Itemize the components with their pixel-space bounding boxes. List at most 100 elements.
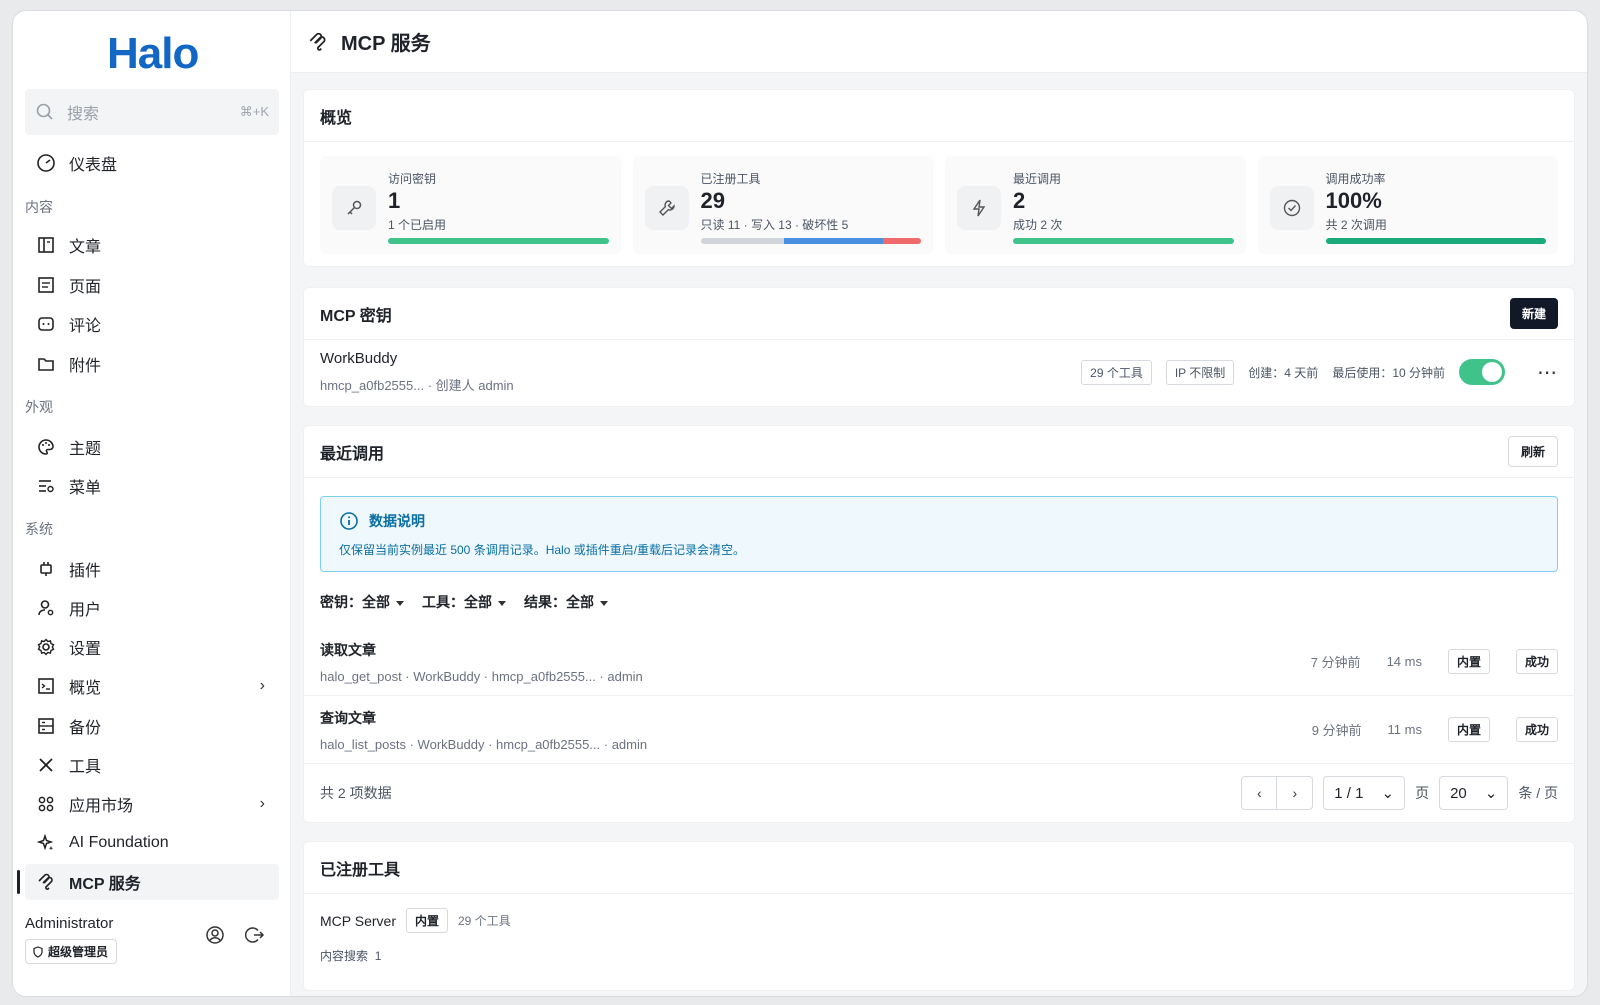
caret-down-icon: [498, 600, 506, 606]
sidebar-item-attachments[interactable]: 附件: [25, 346, 279, 382]
calls-header: 最近调用 刷新: [304, 426, 1574, 478]
sidebar: Halo 搜索 ⌘+K 仪表盘 内容 文章 页面 评论 附件 外观 主题 菜单 …: [13, 11, 291, 996]
total-count: 共 2 项数据: [320, 785, 392, 801]
table-row[interactable]: 读取文章 halo_get_post · WorkBuddy · hmcp_a0…: [304, 628, 1574, 696]
sidebar-item-label: 工具: [69, 759, 102, 776]
key-enabled-toggle[interactable]: [1459, 359, 1505, 385]
sidebar-item-label: 附件: [69, 358, 102, 375]
more-options-icon[interactable]: ⋯: [1537, 360, 1558, 385]
key-details: 29 个工具 IP 不限制 创建：4 天前 最后使用：10 分钟前 ⋯: [1081, 359, 1558, 385]
caret-down-icon: [600, 600, 608, 606]
call-title: 读取文章: [320, 641, 376, 658]
call-meta: halo_get_post · WorkBuddy · hmcp_a0fb255…: [320, 668, 643, 684]
sidebar-item-market[interactable]: 应用市场 ›: [25, 786, 279, 822]
bar-segment-readonly: [700, 238, 785, 244]
page-size-value: 20: [1450, 784, 1467, 802]
sidebar-item-label: 插件: [69, 563, 102, 580]
sidebar-item-themes[interactable]: 主题: [25, 429, 279, 465]
stats-row: 访问密钥 1 1 个已启用 已注册工具 29 只读 11 · 写入 13 · 破…: [304, 142, 1574, 266]
lightning-icon: [957, 186, 1001, 230]
sidebar-item-label: MCP 服务: [69, 876, 141, 893]
page-nav: ‹ ›: [1241, 776, 1314, 810]
filter-result-dropdown[interactable]: 结果：全部: [524, 592, 608, 612]
page-select-value: 1 / 1: [1334, 784, 1364, 802]
search-icon: [36, 103, 53, 120]
server-name: MCP Server: [320, 912, 396, 929]
page-size-select[interactable]: 20 ⌄: [1439, 776, 1509, 810]
folder-icon: [35, 353, 57, 375]
filter-key-dropdown[interactable]: 密钥：全部: [320, 592, 404, 612]
gauge-icon: [35, 152, 57, 174]
sidebar-item-posts[interactable]: 文章: [25, 227, 279, 263]
page-icon: [35, 274, 57, 296]
plug-icon: [35, 558, 57, 580]
next-page-button[interactable]: ›: [1277, 776, 1314, 810]
sidebar-item-overview[interactable]: 概览 ›: [25, 668, 279, 704]
stat-value: 29: [700, 188, 725, 213]
stat-sub: 只读 11 · 写入 13 · 破坏性 5: [700, 218, 849, 232]
filters: 密钥：全部 工具：全部 结果：全部: [304, 572, 1574, 612]
keys-header: MCP 密钥 新建: [304, 288, 1574, 340]
book-icon: [35, 234, 57, 256]
bar-segment-write: [784, 238, 883, 244]
mcp-icon: [309, 32, 326, 51]
sidebar-item-dashboard[interactable]: 仪表盘: [25, 145, 279, 181]
user-role-label: 超级管理员: [48, 945, 109, 959]
sidebar-item-comments[interactable]: 评论: [25, 306, 279, 342]
sidebar-item-label: 主题: [69, 441, 102, 458]
halo-logo[interactable]: Halo: [107, 29, 199, 79]
sidebar-item-plugins[interactable]: 插件: [25, 551, 279, 587]
tool-server-row[interactable]: MCP Server 内置 29 个工具 内容搜索 1: [304, 894, 1574, 978]
key-tools-tag: 29 个工具: [1081, 359, 1152, 385]
key-name: WorkBuddy: [320, 350, 398, 367]
call-time: 7 分钟前: [1310, 655, 1361, 670]
stat-success-rate: 调用成功率 100% 共 2 次调用: [1257, 156, 1558, 254]
shield-icon: [33, 945, 43, 958]
sidebar-item-settings[interactable]: 设置: [25, 629, 279, 665]
pagination: 共 2 项数据 ‹ › 1 / 1 ⌄ 页 20 ⌄ 条 / 页: [304, 764, 1574, 822]
caret-down-icon: [396, 600, 404, 606]
sidebar-item-label: 页面: [69, 279, 102, 296]
notice-text: 仅保留当前实例最近 500 条调用记录。Halo 或插件重启/重载后记录会清空。: [339, 543, 746, 557]
search-placeholder: 搜索: [67, 106, 100, 123]
nav-group-system: 系统: [25, 521, 53, 537]
sidebar-item-menus[interactable]: 菜单: [25, 468, 279, 504]
profile-icon[interactable]: [205, 925, 225, 950]
tool-category-count: 1: [374, 949, 382, 963]
sidebar-item-tools[interactable]: 工具: [25, 747, 279, 783]
stat-label: 已注册工具: [700, 172, 761, 186]
user-gear-icon: [35, 597, 57, 619]
search-input[interactable]: 搜索 ⌘+K: [25, 89, 279, 135]
terminal-icon: [35, 675, 57, 697]
sidebar-item-ai-foundation[interactable]: AI Foundation: [25, 825, 279, 861]
sidebar-item-label: 概览: [69, 680, 102, 697]
call-source-badge: 内置: [1447, 717, 1490, 742]
stat-sub: 成功 2 次: [1013, 218, 1063, 232]
tool-category: 内容搜索: [320, 949, 369, 963]
calls-list: 读取文章 halo_get_post · WorkBuddy · hmcp_a0…: [304, 628, 1574, 764]
sparkle-icon: [35, 832, 57, 854]
prev-page-button[interactable]: ‹: [1241, 776, 1278, 810]
sidebar-item-backup[interactable]: 备份: [25, 708, 279, 744]
stat-sub: 共 2 次调用: [1325, 218, 1387, 232]
sidebar-item-label: 设置: [69, 641, 102, 658]
filter-tool-dropdown[interactable]: 工具：全部: [422, 592, 506, 612]
overview-title: 概览: [304, 90, 1574, 142]
logout-icon[interactable]: [244, 925, 265, 950]
nav-group-appearance: 外观: [25, 399, 53, 415]
chevron-right-icon: ›: [259, 795, 265, 812]
stat-label: 调用成功率: [1325, 172, 1386, 186]
new-key-button[interactable]: 新建: [1509, 298, 1558, 329]
user-name: Administrator: [25, 915, 114, 932]
key-row[interactable]: WorkBuddy hmcp_a0fb2555... · 创建人 admin 2…: [304, 340, 1574, 404]
page-header: MCP 服务: [291, 11, 1587, 73]
check-circle-icon: [1269, 186, 1314, 230]
table-row[interactable]: 查询文章 halo_list_posts · WorkBuddy · hmcp_…: [304, 696, 1574, 764]
refresh-button[interactable]: 刷新: [1507, 436, 1558, 467]
sidebar-item-mcp[interactable]: MCP 服务: [17, 864, 279, 900]
notice-title: 数据说明: [369, 513, 425, 529]
sidebar-item-users[interactable]: 用户: [25, 590, 279, 626]
sidebar-item-pages[interactable]: 页面: [25, 267, 279, 303]
page-select[interactable]: 1 / 1 ⌄: [1323, 776, 1406, 810]
stat-sub: 1 个已启用: [388, 218, 447, 232]
